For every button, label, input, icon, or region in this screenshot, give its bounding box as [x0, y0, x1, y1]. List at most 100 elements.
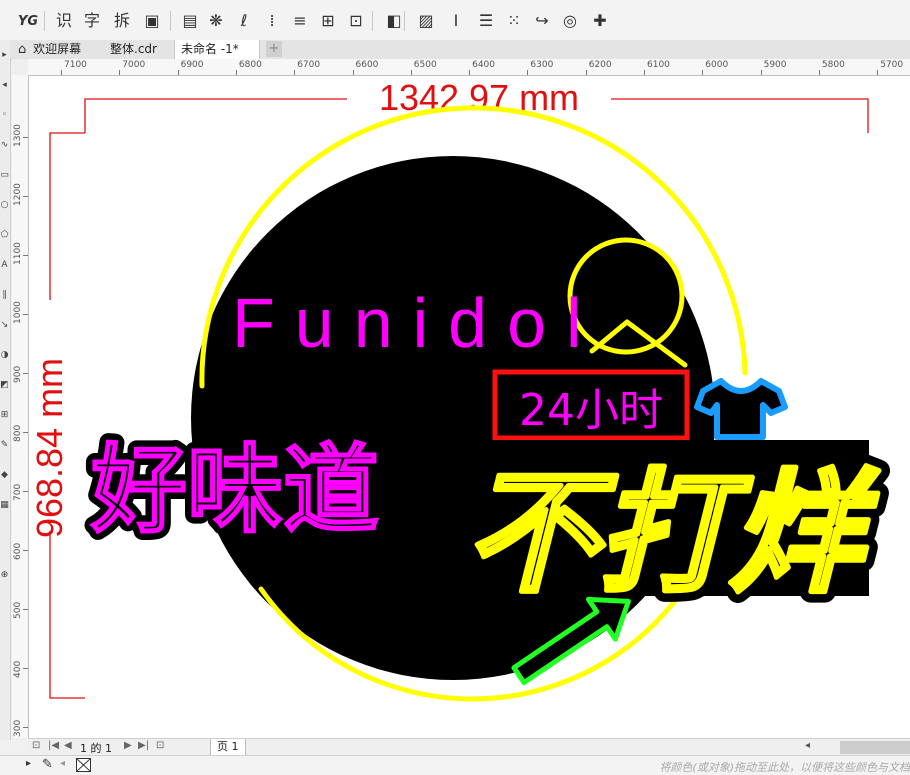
reshape-icon[interactable]: ↪: [532, 10, 552, 32]
ruler-v-label: 1200: [13, 183, 23, 206]
tab-label: 欢迎屏幕: [33, 42, 82, 56]
width-dimension-label[interactable]: 1342.97 mm: [379, 77, 579, 118]
page-navigator: ⊡ |◀ ◀ 1 的 1 ▶ ▶| ⊡ 页 1 ◂: [28, 738, 910, 756]
polygon-tool-icon[interactable]: ⬠: [0, 230, 9, 240]
ruler-v-label: 600: [13, 542, 23, 560]
ruler-h-label: 5700: [880, 60, 904, 70]
freehand-tool-icon[interactable]: ∿: [0, 140, 9, 150]
ruler-h-label: 6100: [647, 60, 670, 70]
next-page-button[interactable]: ▶: [124, 740, 132, 751]
dots-icon[interactable]: ⁙: [504, 10, 524, 32]
fill-tool-icon[interactable]: ◆: [0, 470, 9, 480]
ruler-origin[interactable]: [12, 59, 29, 76]
blend-tool-icon[interactable]: ◑: [0, 350, 9, 360]
text-height-icon[interactable]: Ⅰ: [446, 10, 466, 32]
scrollbar-thumb[interactable]: [840, 741, 910, 754]
curve-icon[interactable]: ℓ: [234, 10, 254, 32]
ruler-h-label: 6200: [588, 60, 612, 70]
badge-text[interactable]: 24小时: [519, 385, 663, 436]
ruler-tick: [23, 196, 28, 197]
horizontal-ruler[interactable]: 7100 7000 6900 6800 6700 6600 6500 6400 6300 6200…: [28, 59, 910, 76]
ellipse-tool-icon[interactable]: ○: [0, 200, 9, 210]
add-tool-icon[interactable]: ⊕: [0, 570, 9, 580]
pattern-icon[interactable]: ❋: [206, 10, 226, 32]
yg-icon[interactable]: YG: [18, 10, 38, 32]
prev-page-button[interactable]: ◀: [64, 740, 72, 751]
ruler-h-label: 5900: [763, 60, 787, 70]
connector-tool-icon[interactable]: ↘: [0, 320, 9, 330]
parallel-tool-icon[interactable]: ∥: [0, 290, 9, 300]
toolbar-separator: [170, 11, 171, 31]
ruler-tick: [61, 70, 62, 75]
ruler-tick: [702, 70, 704, 75]
slogan-text[interactable]: 好味道: [89, 432, 382, 549]
arrange-icon[interactable]: ◧: [384, 10, 404, 32]
horizontal-scrollbar[interactable]: ◂: [803, 740, 910, 754]
new-tab-button[interactable]: +: [266, 41, 282, 57]
ruler-tick: [23, 550, 28, 551]
shape-tool-icon[interactable]: ◂: [0, 80, 9, 90]
eyedropper-tool-icon[interactable]: ✎: [0, 440, 9, 450]
ruler-tick: [119, 70, 121, 75]
ruler-v-label: 300: [13, 719, 23, 737]
tab-welcome[interactable]: ⌂ 欢迎屏幕: [12, 40, 100, 59]
eyedropper-icon[interactable]: ✎: [42, 757, 53, 772]
vertical-ruler[interactable]: 1300 1200 1100 1000 900 800 700 600 500 400 300: [12, 75, 29, 738]
ruler-h-label: 6700: [297, 60, 321, 70]
headline-text[interactable]: 不打烊: [464, 455, 883, 614]
rectangle-tool-icon[interactable]: ▭: [0, 170, 9, 180]
table-tool-icon[interactable]: ⊞: [0, 410, 9, 420]
plugin-icon[interactable]: ✚: [590, 10, 610, 32]
tab-document-whole[interactable]: 整体.cdr: [104, 40, 180, 59]
globe-icon[interactable]: ◎: [560, 10, 580, 32]
brand-text[interactable]: Funidol: [232, 284, 602, 362]
scroll-left-icon[interactable]: ◂: [805, 740, 810, 751]
tab-document-untitled[interactable]: 未命名 -1*: [174, 40, 260, 59]
palette-hint: 将颜色(或对象)拖动至此处，以便将这些颜色与文档: [659, 761, 910, 774]
add-page-after-button[interactable]: ⊡: [156, 740, 164, 751]
palette-expand-icon[interactable]: ▸: [26, 758, 31, 769]
last-page-button[interactable]: ▶|: [138, 740, 149, 751]
pick-tool-icon[interactable]: ▸: [0, 50, 9, 60]
copy-icon[interactable]: ▣: [142, 10, 162, 32]
split-button[interactable]: 拆: [112, 10, 132, 32]
drawing-canvas[interactable]: 1342.97 mm 968.84 mm Funidol 好味道 好味道 24小…: [29, 76, 910, 738]
text-tool-icon[interactable]: A: [0, 260, 9, 270]
document-tabs: ⌂ 欢迎屏幕 整体.cdr 未命名 -1* +: [10, 40, 910, 60]
ruler-h-label: 5800: [821, 60, 845, 70]
ruler-v-label: 400: [13, 660, 23, 678]
image-icon[interactable]: ▨: [416, 10, 436, 32]
tab-label: 整体.cdr: [110, 42, 157, 56]
lines-icon[interactable]: ≡: [290, 10, 310, 32]
ruler-v-label: 500: [13, 601, 23, 619]
status-bar: ▸ ✎ ◂ 将颜色(或对象)拖动至此处，以便将这些颜色与文档: [0, 755, 910, 775]
add-page-before-button[interactable]: ⊡: [32, 740, 40, 751]
ruler-tick: [760, 70, 762, 75]
height-dimension-label[interactable]: 968.84 mm: [29, 358, 70, 538]
first-page-button[interactable]: |◀: [48, 740, 59, 751]
zoom-tool-icon[interactable]: ◦: [0, 110, 9, 120]
page-tab-1[interactable]: 页 1: [210, 739, 246, 756]
palette-scroll-left-icon[interactable]: ◂: [60, 758, 65, 769]
ruler-tick: [527, 70, 529, 75]
ruler-v-label: 1000: [13, 301, 23, 324]
ruler-tick: [818, 70, 820, 75]
no-color-swatch[interactable]: [76, 758, 91, 772]
toolbar-separator: [44, 11, 45, 31]
ruler-tick: [23, 373, 28, 374]
toolbar-separator: [404, 11, 405, 31]
ruler-tick: [877, 70, 879, 75]
character-button[interactable]: 字: [82, 10, 102, 32]
ruler-tick: [177, 70, 179, 75]
table-icon[interactable]: ▤: [180, 10, 200, 32]
transparency-tool-icon[interactable]: ◩: [0, 380, 9, 390]
align-icon[interactable]: ⁞: [262, 10, 282, 32]
recognize-button[interactable]: 识: [54, 10, 74, 32]
mesh-tool-icon[interactable]: ▦: [0, 500, 9, 510]
list-icon[interactable]: ☰: [476, 10, 496, 32]
distribute-icon[interactable]: ⊞: [318, 10, 338, 32]
ruler-tick: [410, 70, 412, 75]
ruler-v-label: 700: [13, 483, 23, 501]
bbox-icon[interactable]: ⊡: [346, 10, 366, 32]
ruler-h-label: 6000: [705, 60, 729, 70]
